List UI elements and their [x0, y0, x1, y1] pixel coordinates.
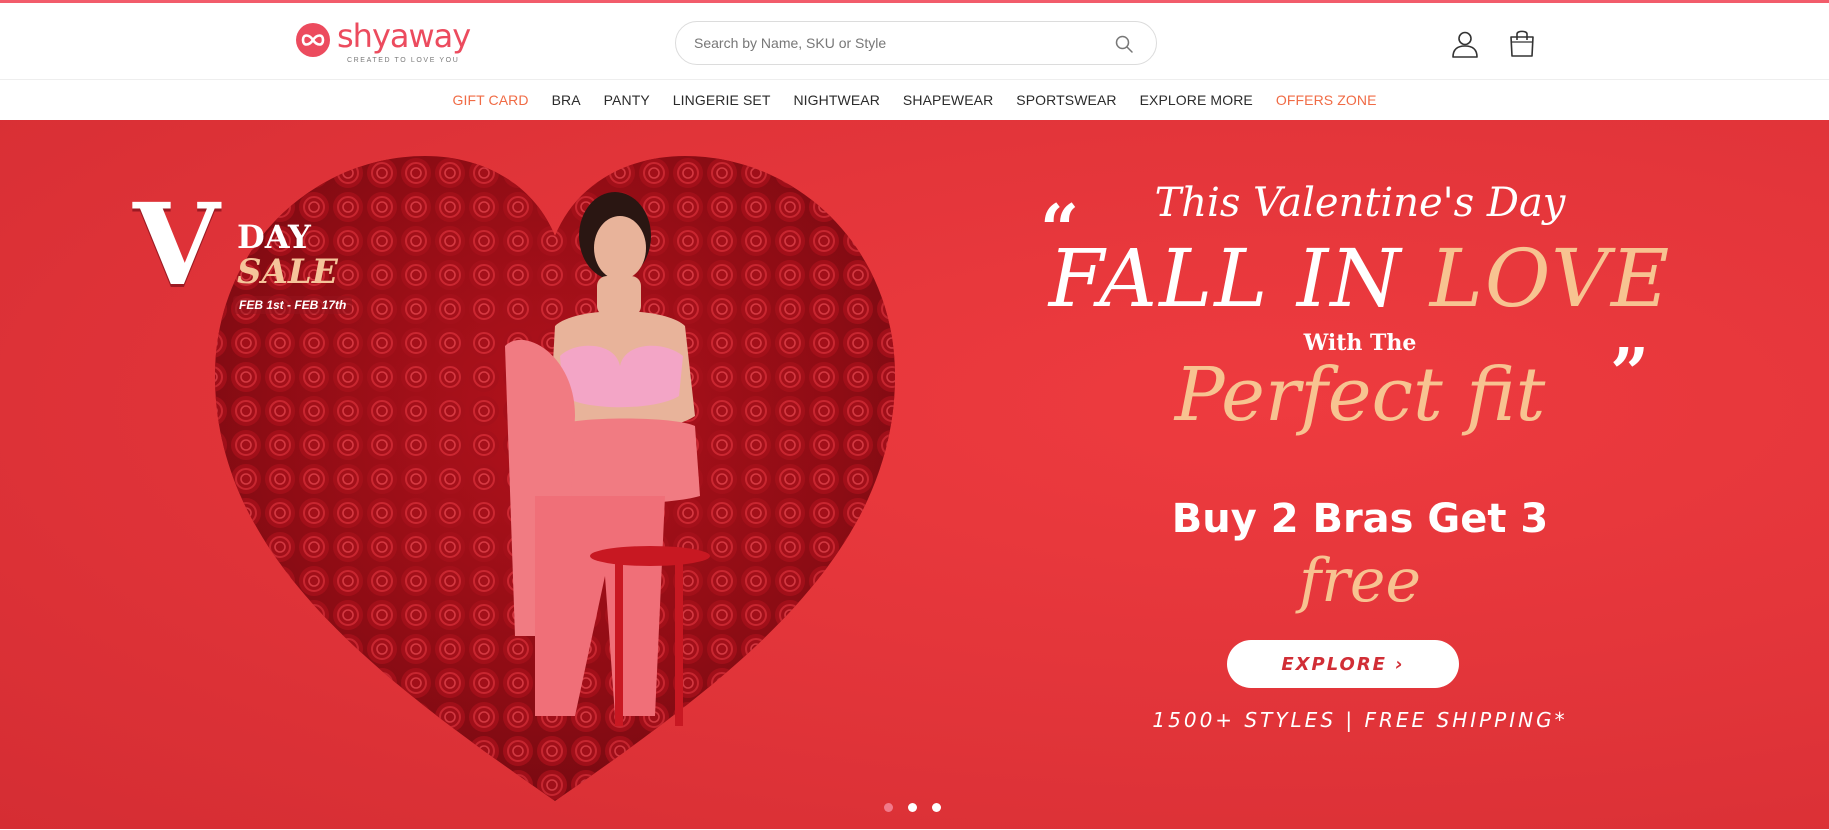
explore-button[interactable]: EXPLORE › [1227, 640, 1459, 688]
user-icon[interactable] [1450, 29, 1480, 59]
nav-item-sportswear[interactable]: SPORTSWEAR [1005, 92, 1128, 108]
carousel-dots [884, 803, 941, 812]
nav-item-gift-card[interactable]: GIFT CARD [441, 92, 540, 108]
carousel-dot-1[interactable] [884, 803, 893, 812]
vday-sale-badge: V DAY SALE FEB 1st - FEB 17th [133, 190, 358, 320]
headline-line-1: This Valentine's Day [1154, 180, 1566, 226]
offer-line-1: Buy 2 Bras Get 3 [1171, 496, 1549, 542]
badge-dates: FEB 1st - FEB 17th [233, 296, 353, 314]
bag-icon[interactable] [1508, 28, 1536, 58]
brand-name: shyaway [337, 17, 471, 55]
nav-item-offers-zone[interactable]: OFFERS ZONE [1264, 92, 1388, 108]
headline-love: LOVE [1429, 232, 1672, 325]
site-header: shyaway CREATED TO LOVE YOU [0, 3, 1829, 80]
badge-v: V [133, 180, 220, 311]
brand-tagline: CREATED TO LOVE YOU [347, 57, 460, 64]
nav-item-lingerie-set[interactable]: LINGERIE SET [661, 92, 782, 108]
search-input[interactable] [694, 30, 1094, 56]
nav-item-panty[interactable]: PANTY [592, 92, 661, 108]
promo-copy: “ ” This Valentine's Day FALL IN LOVE Wi… [1030, 180, 1690, 760]
feature-line: 1500+ STYLES | FREE SHIPPING* [1152, 708, 1568, 732]
nav-item-nightwear[interactable]: NIGHTWEAR [782, 92, 891, 108]
nav-item-shapewear[interactable]: SHAPEWEAR [891, 92, 1004, 108]
nav-item-explore-more[interactable]: EXPLORE MORE [1128, 92, 1264, 108]
headline-fall-in: FALL IN [1048, 232, 1430, 325]
search-bar [675, 21, 1157, 65]
main-navigation: GIFT CARD BRA PANTY LINGERIE SET NIGHTWE… [0, 81, 1829, 119]
badge-sale: SALE [237, 252, 338, 292]
hero-banner[interactable]: V DAY SALE FEB 1st - FEB 17th “ ” This V… [0, 120, 1829, 829]
offer-line-2: free [1299, 546, 1421, 616]
nav-item-bra[interactable]: BRA [540, 92, 592, 108]
headline-perfect-fit: Perfect fit [1174, 352, 1546, 438]
badge-day: DAY [237, 218, 311, 256]
brand-logo[interactable]: shyaway CREATED TO LOVE YOU [295, 17, 475, 69]
logo-mark-icon [296, 23, 330, 57]
carousel-dot-2[interactable] [908, 803, 917, 812]
search-icon[interactable] [1114, 34, 1134, 54]
carousel-dot-3[interactable] [932, 803, 941, 812]
headline-line-2: FALL IN LOVE [1030, 232, 1690, 325]
